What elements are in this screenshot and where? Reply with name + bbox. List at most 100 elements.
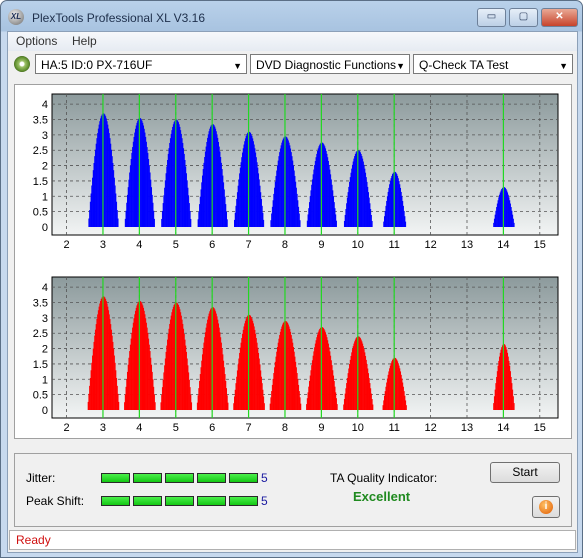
chevron-down-icon: ▼	[233, 61, 242, 71]
y-tick-label: 2.5	[33, 328, 48, 340]
histogram-bar	[513, 222, 515, 227]
x-tick-label: 8	[282, 422, 288, 434]
peak-shift-meter-segment	[229, 496, 258, 506]
x-tick-label: 11	[388, 422, 399, 434]
x-tick-label: 14	[497, 239, 509, 251]
window-title: PlexTools Professional XL V3.16	[32, 11, 205, 25]
status-text: Ready	[16, 533, 51, 547]
chart-panel: 0 0.5 1 1.5 2 2.5 3 3.5 4 2 3 4 5 6 7 8 9 10 11 12 13 14 15 0 0.…	[14, 84, 572, 439]
x-tick-label: 10	[352, 239, 364, 251]
histogram-bar	[227, 402, 229, 410]
minimize-button[interactable]: ▭	[477, 8, 506, 27]
peak-shift-meter	[101, 496, 261, 506]
y-tick-label: 0.5	[33, 207, 48, 219]
histogram-bar	[263, 403, 265, 410]
x-tick-label: 11	[388, 239, 399, 251]
y-tick-label: 0.5	[33, 390, 48, 402]
x-tick-label: 9	[318, 239, 324, 251]
y-tick-label: 3	[42, 130, 48, 142]
chevron-down-icon: ▼	[396, 61, 405, 71]
x-tick-label: 15	[534, 422, 546, 434]
y-tick-label: 2	[42, 344, 48, 356]
x-tick-label: 12	[424, 422, 436, 434]
ta-quality-value: Excellent	[353, 489, 411, 504]
histogram-bar	[190, 218, 192, 227]
peak-shift-value: 5	[261, 494, 268, 508]
y-tick-label: 0	[42, 405, 48, 417]
y-tick-label: 4	[42, 282, 48, 294]
menu-options[interactable]: Options	[16, 34, 57, 48]
histogram-bar	[513, 403, 515, 410]
histogram-bar	[154, 402, 156, 410]
peak-shift-label: Peak Shift:	[26, 494, 85, 508]
test-select-value: Q-Check TA Test	[419, 58, 509, 72]
x-tick-label: 3	[100, 422, 106, 434]
peak-shift-meter-segment	[197, 496, 226, 506]
x-tick-label: 13	[461, 422, 473, 434]
app-window: XL PlexTools Professional XL V3.16 ▭ ▢ ✕…	[0, 0, 583, 558]
y-tick-label: 3.5	[33, 298, 48, 310]
jitter-meter-segment	[101, 473, 130, 483]
y-tick-label: 1.5	[33, 176, 48, 188]
y-tick-label: 1.5	[33, 359, 48, 371]
x-tick-label: 12	[424, 239, 436, 251]
histogram-bar	[405, 405, 407, 410]
x-tick-label: 9	[318, 422, 324, 434]
info-button[interactable]: i	[532, 496, 560, 518]
y-tick-label: 3	[42, 313, 48, 325]
ta-charts: 00.511.522.533.542 3 4 5 6 7 8 9 10 11 12 13 14 1500.…	[33, 93, 559, 434]
x-tick-label: 6	[209, 239, 215, 251]
x-tick-label: 2	[63, 422, 69, 434]
test-select[interactable]: Q-Check TA Test ▼	[413, 54, 573, 74]
x-tick-label: 5	[173, 239, 179, 251]
jitter-meter-segment	[165, 473, 194, 483]
peak-shift-meter-segment	[133, 496, 162, 506]
x-tick-label: 14	[497, 422, 509, 434]
y-tick-label: 3.5	[33, 115, 48, 127]
x-tick-label: 3	[100, 239, 106, 251]
jitter-value: 5	[261, 471, 268, 485]
x-tick-label: 7	[246, 239, 252, 251]
jitter-label: Jitter:	[26, 471, 56, 485]
y-tick-label: 1	[42, 374, 48, 386]
client-area: Options Help HA:5 ID:0 PX-716UF ▼ DVD Di…	[7, 31, 578, 553]
histogram-bar	[153, 218, 155, 227]
menu-help[interactable]: Help	[72, 34, 97, 48]
jitter-meter	[101, 473, 261, 483]
y-tick-label: 4	[42, 99, 48, 111]
app-icon: XL	[8, 9, 24, 25]
ta-quality-label: TA Quality Indicator:	[330, 471, 438, 485]
histogram-bar	[335, 220, 337, 227]
histogram-bar	[191, 402, 193, 410]
close-button[interactable]: ✕	[541, 8, 578, 27]
x-tick-label: 4	[136, 422, 142, 434]
x-tick-label: 10	[352, 422, 364, 434]
x-tick-label: 8	[282, 239, 288, 251]
function-select[interactable]: DVD Diagnostic Functions ▼	[250, 54, 410, 74]
drive-select[interactable]: HA:5 ID:0 PX-716UF ▼	[35, 54, 247, 74]
y-tick-label: 0	[42, 222, 48, 234]
x-tick-label: 7	[246, 422, 252, 434]
histogram-bar	[118, 401, 120, 410]
peak-shift-meter-segment	[101, 496, 130, 506]
histogram-bar	[299, 220, 301, 227]
status-bar: Ready	[9, 530, 576, 550]
x-tick-label: 5	[173, 422, 179, 434]
quality-panel: Jitter: 5 Peak Shift: 5 TA Quality Indic…	[14, 453, 572, 527]
x-tick-label: 6	[209, 422, 215, 434]
title-bar[interactable]: XL PlexTools Professional XL V3.16 ▭ ▢ ✕	[1, 1, 582, 31]
histogram-bar	[263, 219, 265, 227]
y-tick-label: 2.5	[33, 145, 48, 157]
function-select-value: DVD Diagnostic Functions	[256, 58, 397, 72]
x-tick-label: 4	[136, 239, 142, 251]
histogram-bar	[226, 219, 228, 227]
x-tick-label: 13	[461, 239, 473, 251]
disc-icon	[14, 56, 30, 72]
histogram-bar	[117, 218, 119, 227]
jitter-meter-segment	[229, 473, 258, 483]
x-tick-label: 15	[534, 239, 546, 251]
y-tick-label: 1	[42, 191, 48, 203]
maximize-button[interactable]: ▢	[509, 8, 538, 27]
start-button[interactable]: Start	[490, 462, 560, 483]
histogram-bar	[371, 220, 373, 227]
